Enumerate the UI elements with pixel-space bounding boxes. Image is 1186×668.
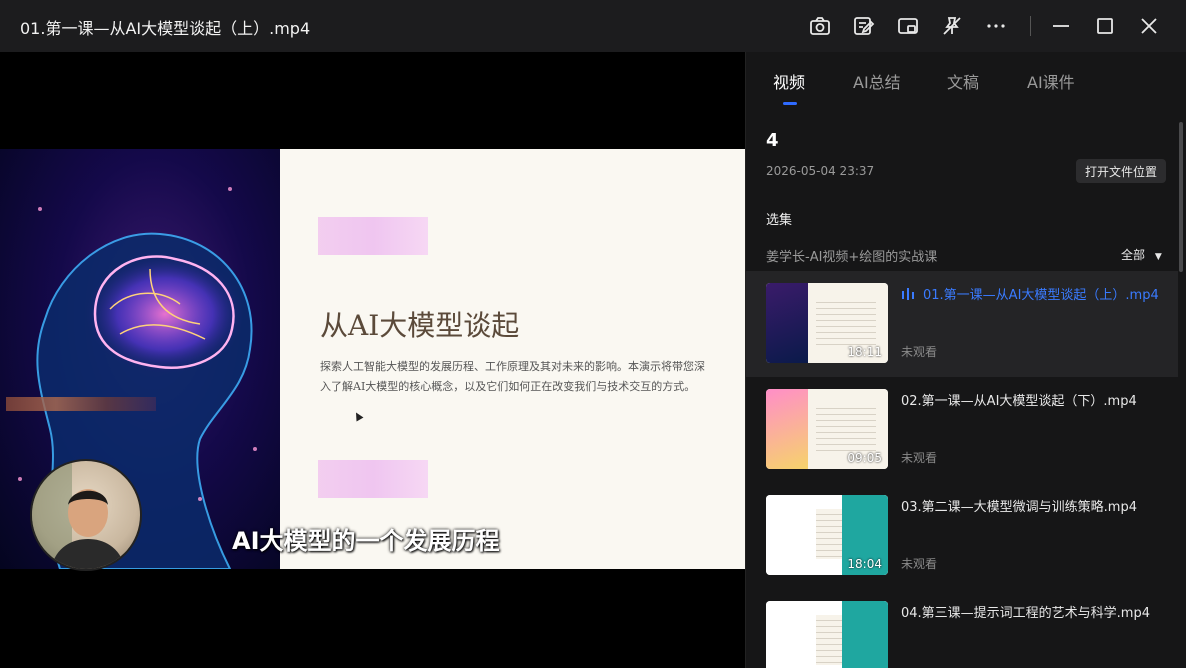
episode-item[interactable]: 09:05 02.第一课—从AI大模型谈起（下）.mp4 未观看	[746, 377, 1178, 483]
minimize-icon[interactable]	[1048, 12, 1074, 40]
tab-ai-courseware[interactable]: AI课件	[1027, 69, 1075, 93]
window-title: 01.第一课—从AI大模型谈起（上）.mp4	[20, 19, 311, 38]
episode-title: 04.第三课—提示词工程的艺术与科学.mp4	[901, 606, 1150, 621]
slide: 从AI大模型谈起 探索人工智能大模型的发展历程、工作原理及其对未来的影响。本演示…	[280, 149, 745, 569]
tab-transcript[interactable]: 文稿	[947, 69, 979, 93]
episode-status: 未观看	[901, 451, 938, 465]
episode-status: 未观看	[901, 557, 938, 571]
episode-duration: 18:04	[847, 557, 882, 571]
side-panel: 视频 AI总结 文稿 AI课件 4 2026-05-04 23:37 打开文件位…	[745, 52, 1186, 668]
pixelated-region	[6, 397, 156, 411]
video-count: 4	[766, 130, 779, 151]
episode-title: 03.第二课—大模型微调与训练策略.mp4	[901, 500, 1137, 515]
episode-item[interactable]: 18:04 03.第二课—大模型微调与训练策略.mp4 未观看	[746, 483, 1178, 589]
episode-item[interactable]: 18:11 01.第一课—从AI大模型谈起（上）.mp4 未观看	[746, 271, 1178, 377]
now-playing-icon	[902, 288, 914, 300]
blurred-logo	[318, 217, 428, 255]
episode-title-text: 01.第一课—从AI大模型谈起（上）.mp4	[923, 288, 1159, 303]
episode-filter-dropdown[interactable]: 全部 ▼	[1121, 246, 1162, 263]
blurred-logo	[318, 460, 428, 498]
episode-duration: 09:05	[847, 451, 882, 465]
episode-item[interactable]: 04.第三课—提示词工程的艺术与科学.mp4	[746, 589, 1178, 668]
scrollbar[interactable]	[1179, 122, 1183, 272]
episode-status: 未观看	[901, 345, 938, 359]
video-frame: 从AI大模型谈起 探索人工智能大模型的发展历程、工作原理及其对未来的影响。本演示…	[0, 149, 745, 571]
episode-thumbnail: 09:05	[766, 389, 888, 469]
episode-title: 02.第一课—从AI大模型谈起（下）.mp4	[901, 394, 1137, 409]
presenter-webcam	[30, 459, 142, 571]
active-tab-indicator	[783, 102, 797, 105]
episodes-heading: 选集	[766, 213, 793, 228]
tab-ai-summary[interactable]: AI总结	[853, 69, 901, 93]
episode-thumbnail	[766, 601, 888, 668]
open-file-location-button[interactable]: 打开文件位置	[1076, 159, 1166, 183]
pin-off-icon[interactable]	[939, 12, 965, 40]
video-subtitle: AI大模型的一个发展历程	[232, 527, 500, 555]
episode-title: 01.第一课—从AI大模型谈起（上）.mp4	[901, 287, 1163, 305]
maximize-icon[interactable]	[1092, 12, 1118, 40]
title-bar: 01.第一课—从AI大模型谈起（上）.mp4	[0, 0, 1186, 52]
edit-note-icon[interactable]	[851, 12, 877, 40]
mouse-cursor-icon	[352, 410, 364, 422]
episode-thumbnail: 18:04	[766, 495, 888, 575]
panel-tabs: 视频 AI总结 文稿 AI课件	[746, 52, 1186, 107]
slide-title: 从AI大模型谈起	[320, 309, 520, 342]
episode-thumbnail: 18:11	[766, 283, 888, 363]
video-player[interactable]: 从AI大模型谈起 探索人工智能大模型的发展历程、工作原理及其对未来的影响。本演示…	[0, 52, 745, 668]
series-name: 姜学长-AI视频+绘图的实战课	[766, 250, 938, 265]
camera-icon[interactable]	[807, 12, 833, 40]
episode-duration: 18:11	[847, 345, 882, 359]
caret-down-icon: ▼	[1154, 252, 1162, 262]
titlebar-divider	[1030, 16, 1031, 36]
close-icon[interactable]	[1136, 12, 1162, 40]
file-date: 2026-05-04 23:37	[766, 164, 875, 178]
filter-label: 全部	[1121, 248, 1146, 262]
picture-in-picture-icon[interactable]	[895, 12, 921, 40]
more-icon[interactable]	[983, 12, 1009, 40]
slide-body: 探索人工智能大模型的发展历程、工作原理及其对未来的影响。本演示将带您深入了解AI…	[320, 360, 705, 393]
tab-video[interactable]: 视频	[773, 69, 805, 93]
